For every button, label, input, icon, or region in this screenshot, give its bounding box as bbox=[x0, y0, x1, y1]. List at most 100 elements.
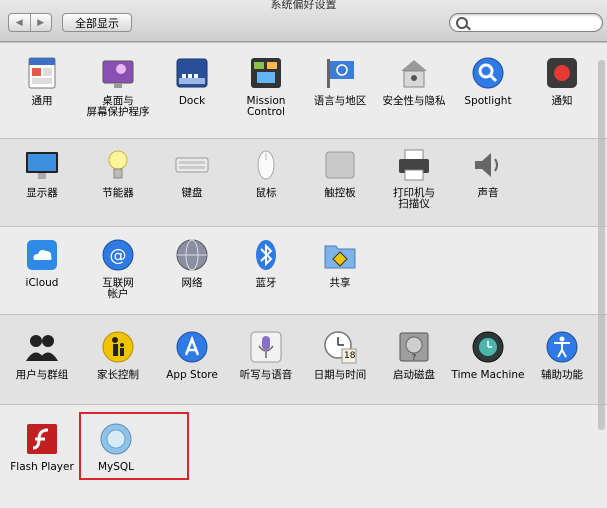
pref-label: 通知 bbox=[551, 95, 573, 107]
pref-printers-scanners[interactable]: 打印机与 扫描仪 bbox=[376, 148, 452, 210]
pref-label: 启动磁盘 bbox=[393, 369, 435, 381]
pref-label: Dock bbox=[178, 95, 206, 107]
pref-general[interactable]: 通用 bbox=[4, 56, 80, 107]
pref-label: 触控板 bbox=[324, 187, 356, 199]
pref-mission-control[interactable]: Mission Control bbox=[228, 56, 304, 118]
accessibility-icon bbox=[545, 330, 579, 364]
pref-label: 日期与时间 bbox=[313, 369, 367, 381]
pref-sound[interactable]: 声音 bbox=[450, 148, 526, 199]
pref-icloud[interactable]: iCloud bbox=[4, 238, 80, 289]
pref-network[interactable]: 网络 bbox=[154, 238, 230, 289]
pref-label: 打印机与 扫描仪 bbox=[393, 187, 435, 210]
dock-icon bbox=[175, 56, 209, 90]
pref-label: 互联网 帐户 bbox=[102, 277, 134, 300]
svg-text:@: @ bbox=[110, 246, 127, 266]
sound-icon bbox=[471, 148, 505, 182]
pref-label: 显示器 bbox=[26, 187, 58, 199]
startup-disk-icon: ? bbox=[397, 330, 431, 364]
pref-label: 辅助功能 bbox=[541, 369, 583, 381]
bluetooth-icon bbox=[249, 238, 283, 272]
pref-accessibility[interactable]: 辅助功能 bbox=[524, 330, 600, 381]
pref-label: Flash Player bbox=[10, 461, 74, 473]
mouse-icon bbox=[249, 148, 283, 182]
pref-notifications[interactable]: 通知 bbox=[524, 56, 600, 107]
pref-spotlight[interactable]: Spotlight bbox=[450, 56, 526, 107]
network-icon bbox=[175, 238, 209, 272]
pref-desktop-screensaver[interactable]: 桌面与 屏幕保护程序 bbox=[80, 56, 156, 118]
printer-scanner-icon bbox=[397, 148, 431, 182]
highlight-box bbox=[79, 412, 189, 480]
calendar-day: 18 bbox=[344, 351, 356, 361]
pref-label: 听写与语音 bbox=[239, 369, 293, 381]
pref-sharing[interactable]: 共享 bbox=[302, 238, 378, 289]
security-privacy-icon bbox=[397, 56, 431, 90]
dictation-speech-icon bbox=[249, 330, 283, 364]
pref-parental-controls[interactable]: 家长控制 bbox=[80, 330, 156, 381]
app-store-icon bbox=[175, 330, 209, 364]
date-time-icon: 18 bbox=[323, 330, 357, 364]
sharing-icon bbox=[323, 238, 357, 272]
window-title: 系统偏好设置 bbox=[270, 0, 337, 11]
pref-label: 用户与群组 bbox=[15, 369, 69, 381]
desktop-screensaver-icon bbox=[101, 56, 135, 90]
pref-keyboard[interactable]: 键盘 bbox=[154, 148, 230, 199]
flash-player-icon bbox=[25, 422, 59, 456]
pref-startup-disk[interactable]: ? 启动磁盘 bbox=[376, 330, 452, 381]
pref-label: 键盘 bbox=[181, 187, 203, 199]
back-button[interactable]: ◀ bbox=[9, 14, 30, 31]
pref-app-store[interactable]: App Store bbox=[154, 330, 230, 381]
mission-control-icon bbox=[249, 56, 283, 90]
pref-dock[interactable]: Dock bbox=[154, 56, 230, 107]
energy-saver-icon bbox=[101, 148, 135, 182]
pref-date-time[interactable]: 18 日期与时间 bbox=[302, 330, 378, 381]
pref-language-region[interactable]: 语言与地区 bbox=[302, 56, 378, 107]
pref-internet-accounts[interactable]: @ 互联网 帐户 bbox=[80, 238, 156, 300]
pref-energy-saver[interactable]: 节能器 bbox=[80, 148, 156, 199]
pref-label: Spotlight bbox=[464, 95, 512, 107]
keyboard-icon bbox=[175, 148, 209, 182]
pref-displays[interactable]: 显示器 bbox=[4, 148, 80, 199]
trackpad-icon bbox=[323, 148, 357, 182]
pref-label: iCloud bbox=[25, 277, 59, 289]
pref-bluetooth[interactable]: 蓝牙 bbox=[228, 238, 304, 289]
pref-label: 蓝牙 bbox=[255, 277, 277, 289]
pref-trackpad[interactable]: 触控板 bbox=[302, 148, 378, 199]
forward-button[interactable]: ▶ bbox=[29, 14, 52, 31]
show-all-button[interactable]: 全部显示 bbox=[62, 13, 132, 32]
displays-icon bbox=[25, 148, 59, 182]
pref-label: 共享 bbox=[329, 277, 351, 289]
pref-label: 鼠标 bbox=[255, 187, 277, 199]
pref-label: 语言与地区 bbox=[313, 95, 367, 107]
pref-mouse[interactable]: 鼠标 bbox=[228, 148, 304, 199]
time-machine-icon bbox=[471, 330, 505, 364]
nav-buttons: ◀ ▶ bbox=[8, 13, 52, 32]
pref-time-machine[interactable]: Time Machine bbox=[450, 330, 526, 381]
pref-label: App Store bbox=[166, 369, 218, 381]
users-groups-icon bbox=[25, 330, 59, 364]
general-icon bbox=[25, 56, 59, 90]
pref-security-privacy[interactable]: 安全性与隐私 bbox=[376, 56, 452, 107]
pref-label: 节能器 bbox=[102, 187, 134, 199]
pref-label: 网络 bbox=[181, 277, 203, 289]
internet-accounts-icon: @ bbox=[101, 238, 135, 272]
spotlight-icon bbox=[471, 56, 505, 90]
pref-users-groups[interactable]: 用户与群组 bbox=[4, 330, 80, 381]
pref-label: 通用 bbox=[31, 95, 53, 107]
pref-label: Mission Control bbox=[246, 95, 286, 118]
search-input[interactable] bbox=[449, 13, 603, 32]
svg-text:?: ? bbox=[412, 353, 416, 362]
toolbar: 系统偏好设置 ◀ ▶ 全部显示 bbox=[0, 0, 607, 42]
pref-flash-player[interactable]: Flash Player bbox=[4, 422, 80, 473]
pref-label: 桌面与 屏幕保护程序 bbox=[86, 95, 150, 118]
pref-label: 家长控制 bbox=[97, 369, 139, 381]
search-icon bbox=[456, 17, 468, 29]
notifications-icon bbox=[545, 56, 579, 90]
pref-label: Time Machine bbox=[451, 369, 525, 381]
scrollbar[interactable] bbox=[598, 60, 605, 430]
pref-label: 安全性与隐私 bbox=[382, 95, 446, 107]
parental-controls-icon bbox=[101, 330, 135, 364]
pref-dictation-speech[interactable]: 听写与语音 bbox=[228, 330, 304, 381]
icloud-icon bbox=[25, 238, 59, 272]
language-region-icon bbox=[323, 56, 357, 90]
pref-label: 声音 bbox=[477, 187, 499, 199]
